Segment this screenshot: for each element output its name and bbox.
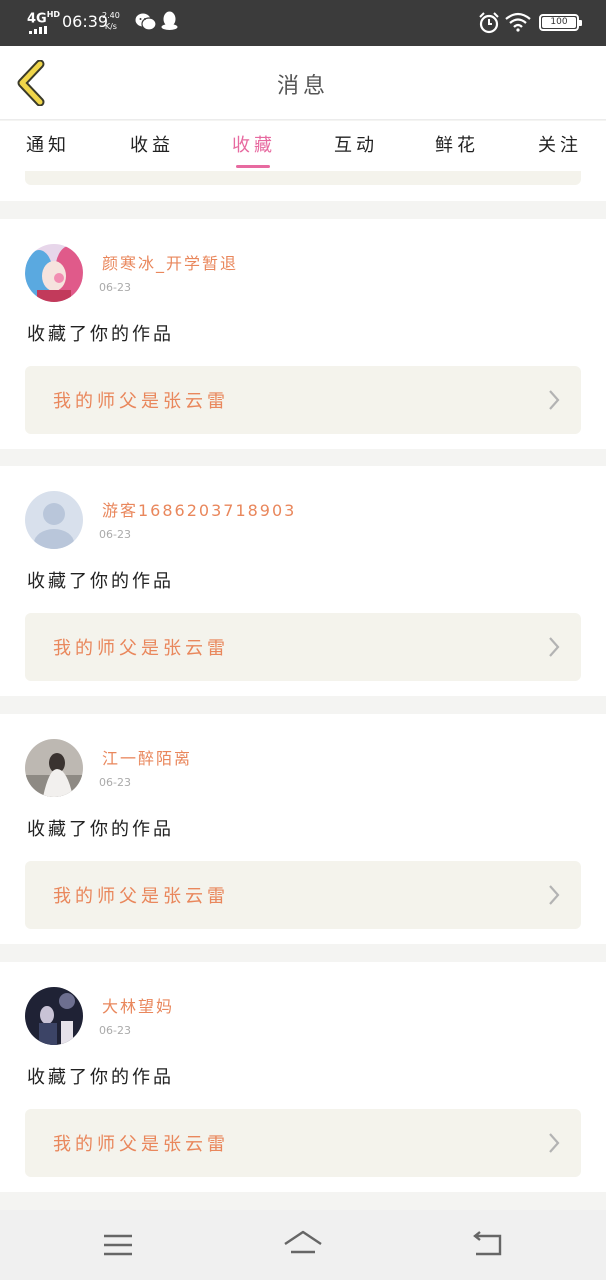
back-nav-button[interactable] xyxy=(468,1228,508,1262)
wifi-icon xyxy=(505,12,531,32)
work-link[interactable]: 我的师父是张云雷 xyxy=(25,1109,581,1177)
work-link[interactable]: 我的师父是张云雷 xyxy=(25,613,581,681)
battery-icon: 100 xyxy=(539,14,582,31)
network-indicator: 4GHD xyxy=(27,10,61,27)
work-title: 我的师父是张云雷 xyxy=(53,1134,229,1155)
tab-favorites[interactable]: 收藏 xyxy=(232,131,276,157)
list-item: 大林望妈 06-23 收藏了你的作品 我的师父是张云雷 xyxy=(0,962,606,1192)
list-item xyxy=(0,171,606,201)
message-text: 收藏了你的作品 xyxy=(27,819,174,840)
tab-earnings[interactable]: 收益 xyxy=(130,131,174,157)
work-link[interactable]: 我的师父是张云雷 xyxy=(25,366,581,434)
message-date: 06-23 xyxy=(99,1024,131,1037)
username[interactable]: 游客1686203718903 xyxy=(102,497,296,521)
tab-interactions[interactable]: 互动 xyxy=(334,131,378,157)
list-item: 江一醉陌离 06-23 收藏了你的作品 我的师父是张云雷 xyxy=(0,714,606,944)
username[interactable]: 江一醉陌离 xyxy=(102,745,192,769)
tab-following[interactable]: 关注 xyxy=(538,131,582,157)
tab-notifications[interactable]: 通知 xyxy=(26,131,70,157)
avatar[interactable] xyxy=(25,491,83,549)
qq-icon xyxy=(161,11,178,30)
menu-button[interactable] xyxy=(98,1228,138,1262)
page-title: 消息 xyxy=(276,74,329,99)
list-item: 游客1686203718903 06-23 收藏了你的作品 我的师父是张云雷 xyxy=(0,466,606,696)
home-button[interactable] xyxy=(283,1228,323,1262)
message-date: 06-23 xyxy=(99,776,131,789)
status-bar: 4GHD 06:39 2.40 K/s 100 xyxy=(0,0,606,46)
home-icon xyxy=(284,1230,322,1254)
alarm-icon xyxy=(479,12,499,34)
tab-bar: 通知 收益 收藏 互动 鲜花 关注 xyxy=(0,121,606,171)
message-text: 收藏了你的作品 xyxy=(27,324,174,345)
chevron-right-icon xyxy=(549,885,560,905)
tab-flowers[interactable]: 鲜花 xyxy=(435,131,479,157)
message-date: 06-23 xyxy=(99,528,131,541)
header: 消息 xyxy=(0,46,606,120)
active-tab-indicator xyxy=(236,165,270,168)
menu-icon xyxy=(104,1234,132,1256)
chevron-right-icon xyxy=(549,1133,560,1153)
work-title: 我的师父是张云雷 xyxy=(53,391,229,412)
avatar[interactable] xyxy=(25,987,83,1045)
network-speed: 2.40 K/s xyxy=(102,11,120,31)
message-date: 06-23 xyxy=(99,281,131,294)
chevron-right-icon xyxy=(549,390,560,410)
work-title: 我的师父是张云雷 xyxy=(53,638,229,659)
signal-icon xyxy=(29,26,51,34)
list-item: 颜寒冰_开学暂退 06-23 收藏了你的作品 我的师父是张云雷 xyxy=(0,219,606,449)
work-link[interactable]: 我的师父是张云雷 xyxy=(25,861,581,929)
back-icon xyxy=(473,1231,502,1256)
avatar[interactable] xyxy=(25,244,83,302)
avatar[interactable] xyxy=(25,739,83,797)
work-title: 我的师父是张云雷 xyxy=(53,886,229,907)
username[interactable]: 颜寒冰_开学暂退 xyxy=(102,250,238,274)
wechat-icon xyxy=(135,13,157,31)
message-text: 收藏了你的作品 xyxy=(27,571,174,592)
work-link[interactable] xyxy=(25,171,581,185)
username[interactable]: 大林望妈 xyxy=(102,993,174,1017)
chevron-right-icon xyxy=(549,637,560,657)
system-nav-bar xyxy=(0,1210,606,1280)
message-text: 收藏了你的作品 xyxy=(27,1067,174,1088)
